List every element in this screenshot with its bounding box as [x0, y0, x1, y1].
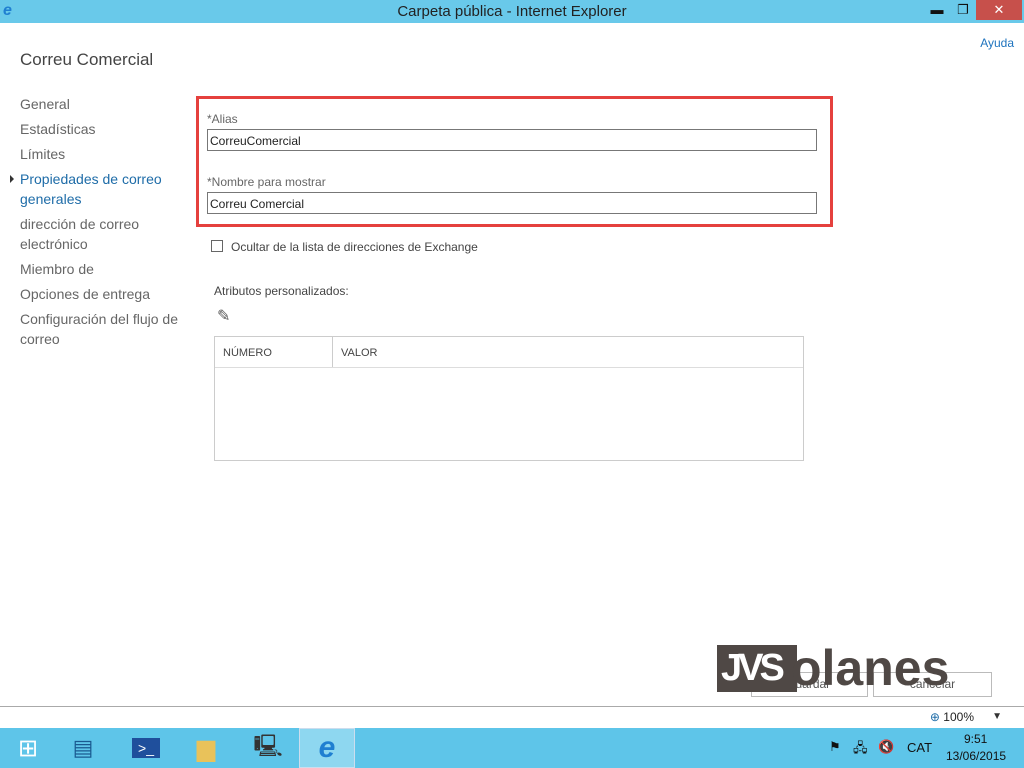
watermark-logo: JVS olanes — [717, 643, 949, 693]
nav-item-general[interactable]: General — [20, 94, 180, 114]
column-header-number[interactable]: NÚMERO — [215, 337, 333, 367]
nav-item-email-address[interactable]: dirección de correo electrónico — [20, 214, 180, 254]
server-manager-button[interactable]: ▤ — [55, 728, 111, 768]
nav-item-limits[interactable]: Límites — [20, 144, 180, 164]
file-explorer-button[interactable]: ▆ — [178, 728, 234, 768]
nav-item-member-of[interactable]: Miembro de — [20, 259, 180, 279]
display-name-input[interactable]: Correu Comercial — [207, 192, 817, 214]
nav-item-delivery-options[interactable]: Opciones de entrega — [20, 284, 180, 304]
zoom-level: 100% — [943, 710, 974, 724]
alias-label: *Alias — [207, 112, 238, 126]
folder-icon: ▆ — [196, 734, 216, 762]
hide-from-gal-checkbox[interactable] — [211, 240, 223, 252]
minimize-button[interactable]: ▬ — [924, 0, 950, 20]
nav-item-general-mail-properties[interactable]: Propiedades de correo generales — [10, 169, 180, 209]
help-link[interactable]: Ayuda — [980, 36, 1014, 50]
server-manager-icon: ▤ — [72, 735, 94, 760]
internet-explorer-button[interactable]: e — [299, 728, 355, 768]
windows-icon: ⊞ — [17, 734, 39, 762]
powershell-icon: >_ — [132, 738, 160, 758]
close-button[interactable]: ✕ — [976, 0, 1022, 20]
nav-item-mail-flow-settings[interactable]: Configuración del flujo de correo — [20, 309, 180, 349]
action-center-flag-icon[interactable]: ⚑ — [829, 739, 841, 755]
internet-explorer-icon: e — [318, 731, 336, 764]
volume-muted-icon[interactable]: 🔇 — [878, 739, 894, 755]
language-indicator[interactable]: CAT — [907, 740, 932, 755]
title-bar: e Carpeta pública - Internet Explorer ▬ … — [0, 0, 1024, 23]
network-app-button[interactable]: 🖳 — [240, 728, 296, 768]
powershell-button[interactable]: >_ — [118, 728, 174, 768]
status-bar: ⊕ 100% ▼ — [0, 706, 1024, 728]
clock-date[interactable]: 13/06/2015 — [946, 749, 1006, 763]
window-title: Carpeta pública - Internet Explorer — [397, 3, 627, 20]
clock-time[interactable]: 9:51 — [964, 732, 987, 746]
network-icon[interactable]: 🖧 — [853, 739, 868, 761]
zoom-icon: ⊕ — [929, 710, 940, 724]
taskbar: ⊞ ▤ >_ ▆ 🖳 e ⚑ 🖧 🔇 CAT 9:51 13/06/2015 — [0, 728, 1024, 768]
zoom-dropdown-icon[interactable]: ▼ — [992, 711, 1002, 722]
custom-attributes-label: Atributos personalizados: — [214, 284, 349, 298]
zoom-control[interactable]: ⊕ 100% — [930, 710, 974, 724]
start-button[interactable]: ⊞ — [0, 728, 56, 768]
pencil-icon[interactable]: ✎ — [217, 306, 230, 326]
page-title: Correu Comercial — [20, 50, 154, 69]
custom-attributes-table: NÚMERO VALOR — [214, 336, 804, 461]
hide-from-gal-label: Ocultar de la lista de direcciones de Ex… — [231, 240, 478, 254]
restore-button[interactable]: ❐ — [950, 0, 976, 20]
nav-item-statistics[interactable]: Estadísticas — [20, 119, 180, 139]
display-name-label: *Nombre para mostrar — [207, 175, 326, 189]
alias-input[interactable]: CorreuComercial — [207, 129, 817, 151]
column-header-value[interactable]: VALOR — [333, 337, 385, 367]
computer-icon: 🖳 — [253, 733, 283, 758]
sidebar-nav: General Estadísticas Límites Propiedades… — [10, 94, 180, 354]
